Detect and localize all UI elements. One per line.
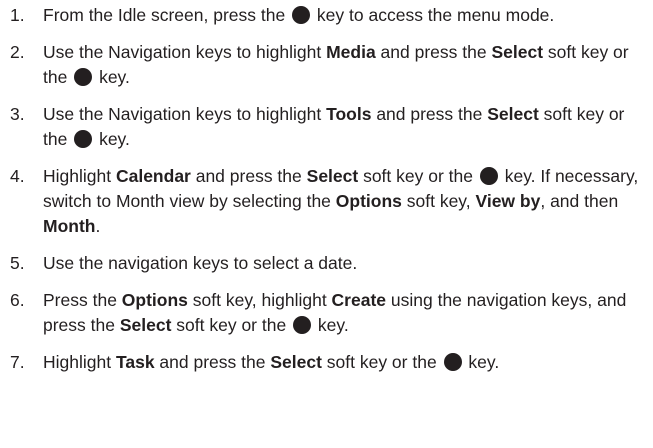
menu-ok-key-icon	[443, 353, 462, 371]
step-text-run: Highlight	[43, 166, 116, 186]
step-number: 7.	[10, 352, 25, 372]
step-text: Use the Navigation keys to highlight Med…	[43, 42, 629, 87]
step-text-run: key.	[313, 315, 349, 335]
step-text-run: and press the	[190, 166, 307, 186]
step-number: 2.	[10, 42, 25, 62]
step-text-run: soft key or the	[358, 166, 478, 186]
bold-term: Select	[270, 352, 322, 372]
bold-term: Month	[43, 216, 96, 236]
step-text-run: soft key or the	[321, 352, 442, 372]
step-text-run: soft key, highlight	[187, 290, 332, 310]
step-text-run: soft key,	[401, 191, 476, 211]
menu-ok-key-icon	[292, 6, 311, 24]
step-text-run: From the Idle screen, press the	[43, 5, 291, 25]
step-text-run: key.	[94, 129, 130, 149]
instruction-steps: 1. From the Idle screen, press the key t…	[0, 0, 653, 375]
bold-term: View by	[475, 191, 541, 211]
step-number: 1.	[10, 5, 25, 25]
step-number: 5.	[10, 253, 25, 273]
step-text-run: and press the	[371, 104, 488, 124]
bold-term: Tools	[326, 104, 372, 124]
step-number: 3.	[10, 104, 25, 124]
step-item: 3. Use the Navigation keys to highlight …	[0, 102, 653, 152]
step-item: 6. Press the Options soft key, highlight…	[0, 288, 653, 338]
bold-term: Select	[491, 42, 544, 62]
menu-ok-key-icon	[293, 316, 312, 334]
bold-term: Options	[335, 191, 402, 211]
step-number: 6.	[10, 290, 25, 310]
step-text-run: Use the navigation keys to select a date…	[43, 253, 358, 273]
menu-ok-key-icon	[479, 167, 498, 185]
bold-term: Select	[306, 166, 359, 186]
step-text-run: Press the	[43, 290, 122, 310]
step-text-run: , and then	[540, 191, 619, 211]
bold-term: Options	[121, 290, 188, 310]
step-text: Use the Navigation keys to highlight Too…	[43, 104, 624, 149]
step-text-run: key.	[94, 67, 130, 87]
step-item: 5. Use the navigation keys to select a d…	[0, 251, 653, 276]
step-item: 4. Highlight Calendar and press the Sele…	[0, 164, 653, 239]
bold-term: Calendar	[115, 166, 191, 186]
bold-term: Select	[119, 315, 172, 335]
step-text: Use the navigation keys to select a date…	[43, 253, 357, 273]
step-text-run: soft key or the	[171, 315, 292, 335]
step-text-run: key to access the menu mode.	[312, 5, 555, 25]
step-text: Highlight Calendar and press the Select …	[43, 166, 638, 236]
bold-term: Media	[326, 42, 376, 62]
step-text-run: and press the	[154, 352, 271, 372]
step-text-run: Use the Navigation keys to highlight	[43, 104, 327, 124]
bold-term: Select	[487, 104, 539, 124]
step-number: 4.	[10, 166, 25, 186]
step-item: 2. Use the Navigation keys to highlight …	[0, 40, 653, 90]
step-text-run: Highlight	[43, 352, 116, 372]
step-text-run: and press the	[375, 42, 492, 62]
bold-term: Task	[115, 352, 155, 372]
step-text: From the Idle screen, press the key to a…	[43, 5, 554, 25]
bold-term: Create	[331, 290, 387, 310]
step-text: Press the Options soft key, highlight Cr…	[43, 290, 626, 335]
step-text-run: key.	[463, 352, 500, 372]
step-text-run: Use the Navigation keys to highlight	[43, 42, 327, 62]
step-item: 7. Highlight Task and press the Select s…	[0, 350, 653, 375]
step-text-run: .	[95, 216, 101, 236]
menu-ok-key-icon	[74, 68, 93, 86]
menu-ok-key-icon	[74, 130, 93, 148]
step-item: 1. From the Idle screen, press the key t…	[0, 3, 653, 28]
step-text: Highlight Task and press the Select soft…	[43, 352, 499, 372]
